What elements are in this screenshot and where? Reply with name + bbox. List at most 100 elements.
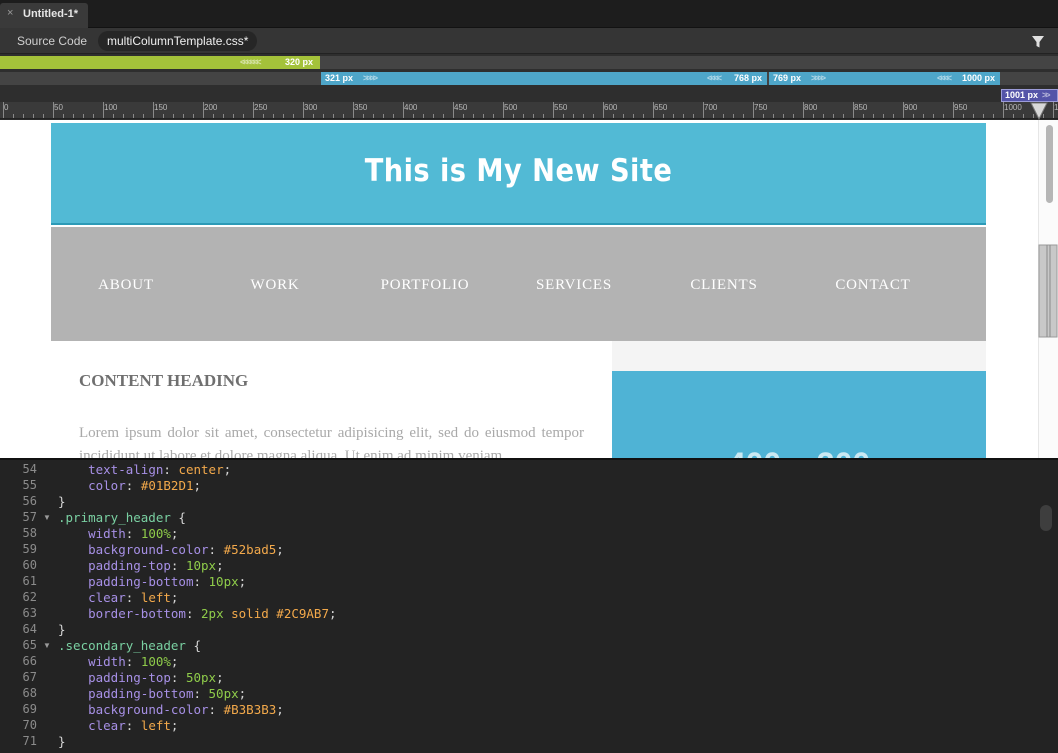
- code-line[interactable]: width: 100%;: [58, 526, 178, 541]
- line-number: 68: [22, 686, 37, 700]
- code-line[interactable]: border-bottom: 2px solid #2C9AB7;: [58, 606, 337, 621]
- ruler-tick: [683, 114, 684, 118]
- ruler-tick: [443, 114, 444, 118]
- code-token: clear: [88, 718, 126, 733]
- ruler-label: 700: [704, 103, 718, 112]
- nav-item-work[interactable]: WORK: [200, 277, 350, 294]
- code-line[interactable]: padding-bottom: 10px;: [58, 574, 246, 589]
- ruler-label: 1: [1054, 103, 1058, 112]
- ruler-tick: [123, 114, 124, 118]
- ruler-tick: [423, 114, 424, 118]
- ruler-tick: [463, 114, 464, 118]
- code-token: padding-bottom: [88, 686, 194, 701]
- source-code-button[interactable]: Source Code: [8, 31, 96, 51]
- ruler-tick: [973, 114, 974, 118]
- ruler-tick: [63, 114, 64, 118]
- media-query-321-768[interactable]: 321 px >>>> <<<< 768 px: [321, 72, 767, 85]
- ruler-tick: [633, 114, 634, 118]
- nav-item-services[interactable]: SERVICES: [499, 277, 649, 294]
- ruler-tick: [743, 114, 744, 118]
- code-line[interactable]: .secondary_header {: [58, 638, 201, 653]
- code-line[interactable]: width: 100%;: [58, 654, 178, 669]
- code-line[interactable]: background-color: #52bad5;: [58, 542, 284, 557]
- ruler-tick: [163, 114, 164, 118]
- code-line[interactable]: padding-bottom: 50px;: [58, 686, 246, 701]
- line-number: 65: [22, 638, 37, 652]
- fold-toggle-icon[interactable]: ▼: [43, 641, 51, 650]
- code-token: color: [88, 478, 126, 493]
- media-query-769-1000[interactable]: 769 px >>>> <<<< 1000 px: [769, 72, 1000, 85]
- ruler-label: 200: [204, 103, 218, 112]
- code-line[interactable]: }: [58, 734, 66, 749]
- code-token: 50px: [208, 686, 239, 701]
- ruler-tick: [363, 114, 364, 118]
- ruler-label: 800: [804, 103, 818, 112]
- media-query-row: 1001 px >>: [0, 89, 1058, 102]
- css-file-button[interactable]: multiColumnTemplate.css*: [98, 31, 258, 51]
- code-token: }: [58, 622, 66, 637]
- chevron-right-icon: >>>>: [811, 73, 826, 83]
- nav-item-contact[interactable]: CONTACT: [798, 277, 948, 294]
- media-query-320-label: 320 px: [285, 57, 314, 67]
- media-query-1001[interactable]: 1001 px >>: [1001, 89, 1058, 102]
- code-token: ;: [328, 606, 337, 621]
- ruler-label: 400: [404, 103, 418, 112]
- ruler-label: 850: [854, 103, 868, 112]
- code-line[interactable]: clear: left;: [58, 718, 178, 733]
- ruler-label: 900: [904, 103, 918, 112]
- ruler-tick: [563, 114, 564, 118]
- live-view[interactable]: This is My New Site ABOUT WORK PORTFOLIO…: [0, 120, 1058, 458]
- code-token: ;: [170, 654, 179, 669]
- line-number: 69: [22, 702, 37, 716]
- filter-icon[interactable]: [1031, 35, 1045, 49]
- ruler-tick: [793, 114, 794, 118]
- nav-item-portfolio[interactable]: PORTFOLIO: [350, 277, 500, 294]
- code-line[interactable]: clear: left;: [58, 590, 178, 605]
- code-line[interactable]: text-align: center;: [58, 462, 231, 477]
- code-token: :: [185, 606, 202, 621]
- nav-item-about[interactable]: ABOUT: [51, 277, 201, 294]
- code-line[interactable]: .primary_header {: [58, 510, 186, 525]
- code-token: background-color: [88, 702, 209, 717]
- ruler-label: 150: [154, 103, 168, 112]
- code-token: solid: [231, 606, 269, 621]
- site-title: This is My New Site: [364, 153, 673, 189]
- line-number: 60: [22, 558, 37, 572]
- media-query-320[interactable]: <<<<<< 320 px: [0, 56, 320, 69]
- ruler-tick: [693, 114, 694, 118]
- media-query-321-label: 321 px: [325, 73, 354, 83]
- media-query-row: <<<<<< 320 px: [0, 56, 1058, 69]
- resize-grip[interactable]: [1038, 120, 1058, 458]
- code-line[interactable]: padding-top: 10px;: [58, 558, 224, 573]
- code-token: }: [58, 734, 66, 749]
- ruler-tick: [483, 114, 484, 118]
- code-token: #2C9AB7: [276, 606, 329, 621]
- ruler-tick: [223, 114, 224, 118]
- ruler-label: 100: [104, 103, 118, 112]
- code-line[interactable]: }: [58, 622, 66, 637]
- document-tab[interactable]: × Untitled-1*: [0, 3, 88, 28]
- chevron-right-icon: >>>>: [363, 73, 378, 83]
- code-line[interactable]: }: [58, 494, 66, 509]
- ruler-tick: [373, 114, 374, 118]
- ruler-tick: [183, 114, 184, 118]
- code-view[interactable]: 54 55 56 57 ▼ 58 59 60 61 62 63 64 65 ▼ 66 67 68 69 70 71 t…: [0, 460, 1058, 753]
- code-line[interactable]: background-color: #B3B3B3;: [58, 702, 284, 717]
- ruler-label: 500: [504, 103, 518, 112]
- code-token: ;: [276, 542, 284, 557]
- close-icon[interactable]: ×: [7, 7, 13, 19]
- nav-item-clients[interactable]: CLIENTS: [649, 277, 799, 294]
- code-token: :: [170, 558, 186, 573]
- ruler-tick: [983, 114, 984, 118]
- code-line[interactable]: color: #01B2D1;: [58, 478, 201, 493]
- ruler-label: 450: [454, 103, 468, 112]
- fold-toggle-icon[interactable]: ▼: [43, 513, 51, 522]
- code-line[interactable]: padding-top: 50px;: [58, 670, 224, 685]
- code-scroll-thumb[interactable]: [1040, 505, 1052, 531]
- ruler-tick: [673, 114, 674, 118]
- code-token: :: [170, 670, 186, 685]
- viewport-width-marker-icon[interactable]: [1030, 102, 1048, 120]
- ruler-label: 50: [54, 103, 63, 112]
